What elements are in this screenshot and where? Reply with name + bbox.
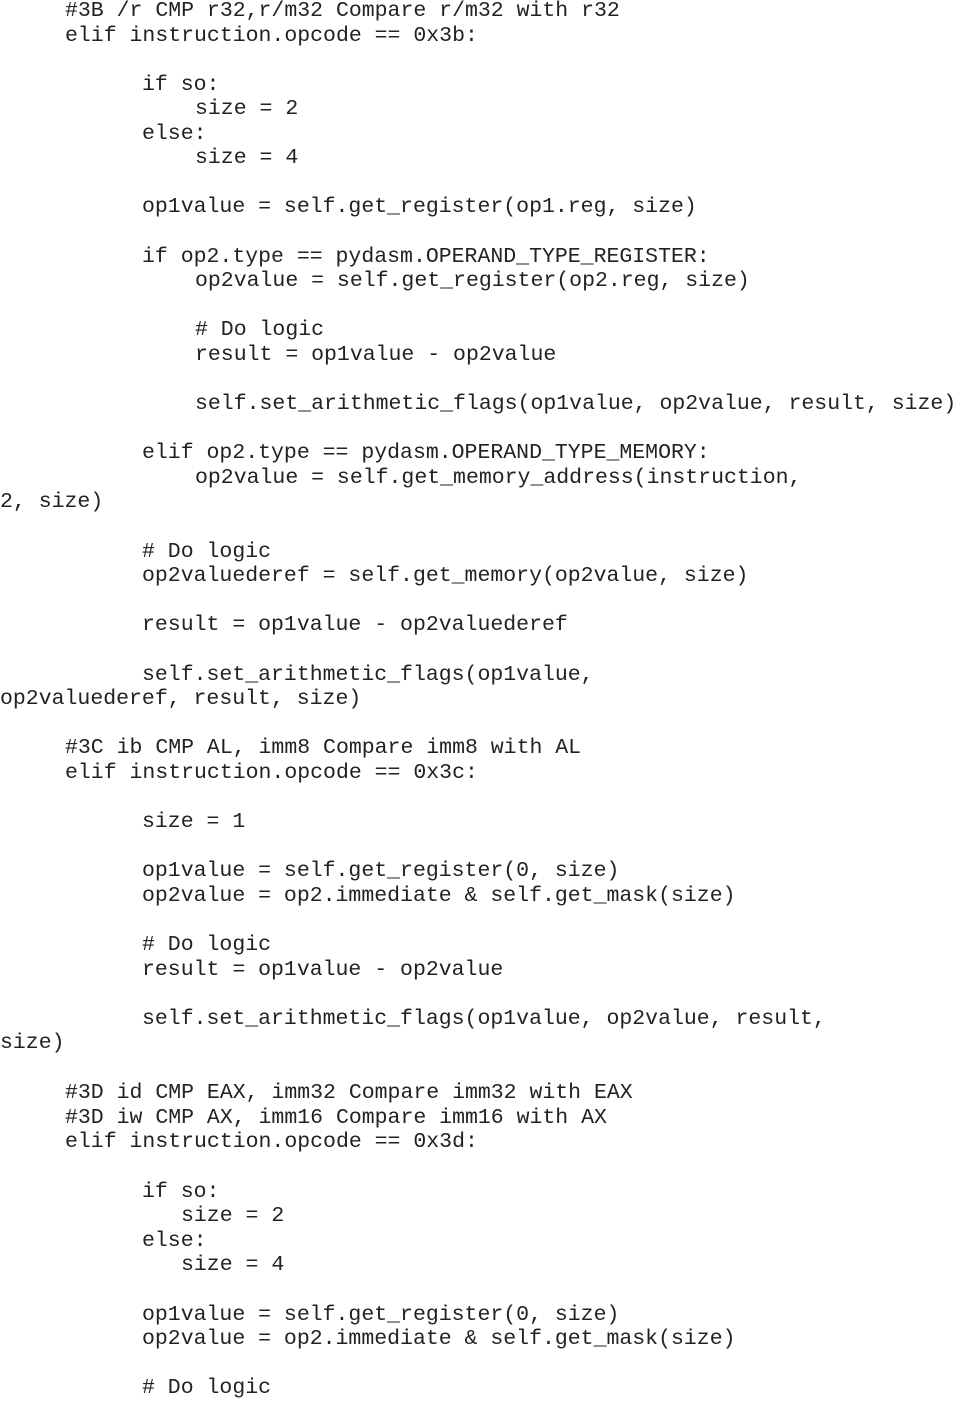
- code-line: # Do logic: [195, 318, 325, 342]
- code-line: size = 2: [181, 1204, 285, 1228]
- code-line: if so:: [142, 1180, 220, 1204]
- code-line: self.set_arithmetic_flags(op1value, op2v…: [195, 392, 957, 416]
- code-line: 2, size): [0, 490, 104, 514]
- code-line: op2value = self.get_memory_address(instr…: [195, 466, 802, 490]
- code-line: elif instruction.opcode == 0x3d:: [65, 1130, 478, 1154]
- code-line: size = 4: [181, 1253, 285, 1277]
- code-line: op2value = op2.immediate & self.get_mask…: [142, 1327, 736, 1351]
- code-line: size = 2: [195, 97, 299, 121]
- code-line: #3C ib CMP AL, imm8 Compare imm8 with AL: [65, 736, 582, 760]
- code-line: # Do logic: [142, 933, 272, 957]
- code-line: elif instruction.opcode == 0x3c:: [65, 761, 478, 785]
- code-line: if so:: [142, 73, 220, 97]
- code-listing: #3B /r CMP r32,r/m32 Compare r/m32 with …: [0, 0, 960, 1402]
- code-line: op1value = self.get_register(0, size): [142, 859, 620, 883]
- code-line: op2valuederef = self.get_memory(op2value…: [142, 564, 749, 588]
- code-line: size): [0, 1031, 65, 1055]
- code-line: self.set_arithmetic_flags(op1value,: [142, 663, 594, 687]
- code-line: else:: [142, 1229, 207, 1253]
- code-line: op2value = op2.immediate & self.get_mask…: [142, 884, 736, 908]
- code-line: else:: [142, 122, 207, 146]
- code-line: if op2.type == pydasm.OPERAND_TYPE_REGIS…: [142, 245, 710, 269]
- code-line: result = op1value - op2value: [142, 958, 504, 982]
- code-line: #3D iw CMP AX, imm16 Compare imm16 with …: [65, 1106, 607, 1130]
- code-line: elif instruction.opcode == 0x3b:: [65, 24, 478, 48]
- code-line: op1value = self.get_register(op1.reg, si…: [142, 195, 697, 219]
- code-line: size = 4: [195, 146, 299, 170]
- code-line: op1value = self.get_register(0, size): [142, 1303, 620, 1327]
- code-line: #3D id CMP EAX, imm32 Compare imm32 with…: [65, 1081, 633, 1105]
- code-line: elif op2.type == pydasm.OPERAND_TYPE_MEM…: [142, 441, 710, 465]
- code-line: result = op1value - op2value: [195, 343, 557, 367]
- code-line: self.set_arithmetic_flags(op1value, op2v…: [142, 1007, 826, 1031]
- code-line: # Do logic: [142, 540, 272, 564]
- code-line: # Do logic: [142, 1376, 272, 1400]
- code-line: size = 1: [142, 810, 246, 834]
- code-line: result = op1value - op2valuederef: [142, 613, 568, 637]
- code-line: op2valuederef, result, size): [0, 687, 362, 711]
- code-line: #3B /r CMP r32,r/m32 Compare r/m32 with …: [65, 0, 620, 23]
- code-line: op2value = self.get_register(op2.reg, si…: [195, 269, 750, 293]
